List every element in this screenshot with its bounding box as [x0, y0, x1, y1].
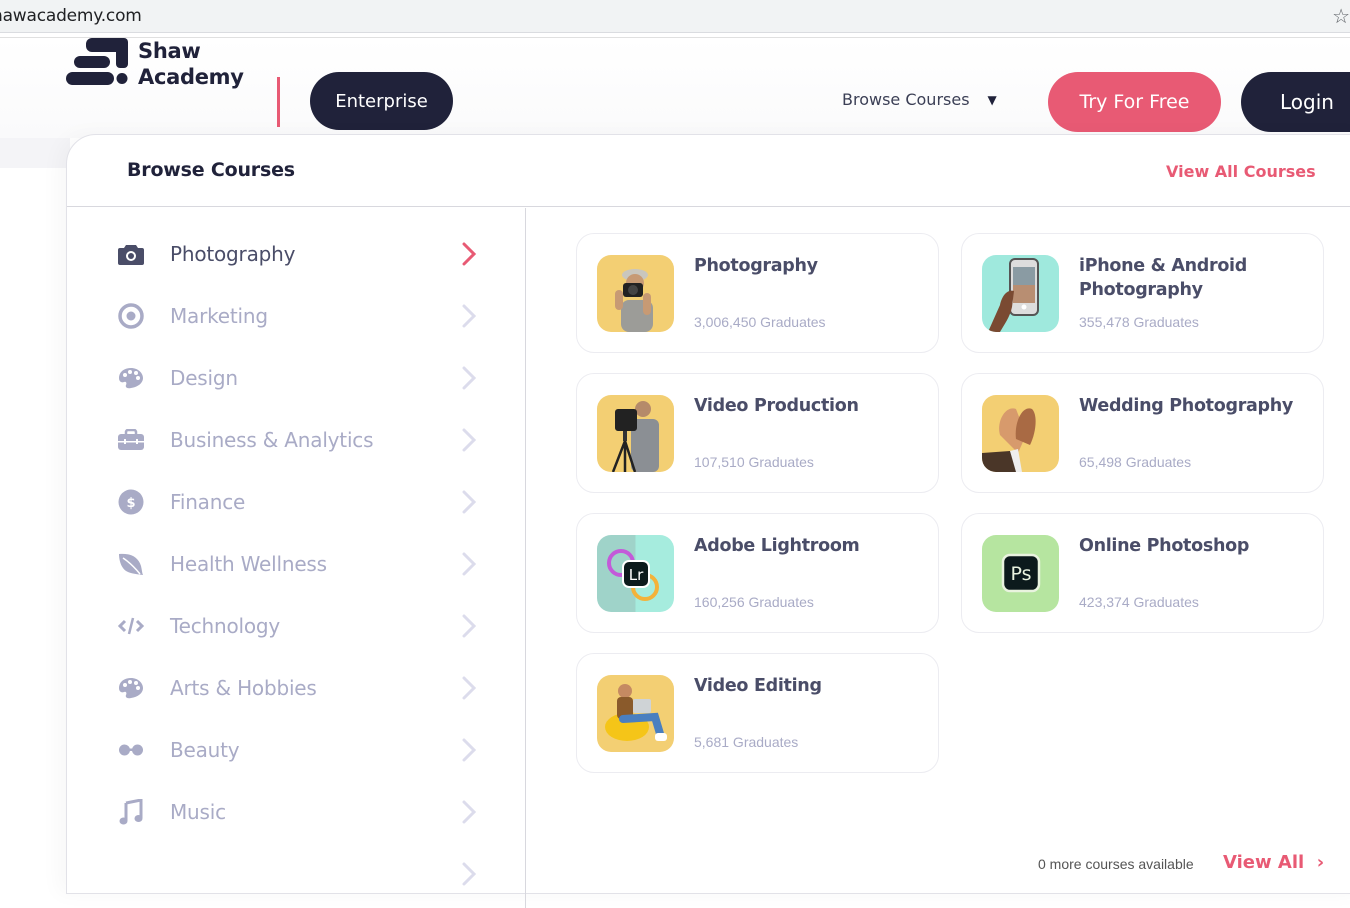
course-title: iPhone & Android Photography	[1079, 256, 1247, 300]
chevron-right-icon	[462, 614, 477, 638]
videographer-image	[597, 395, 674, 472]
graduates-count: 107,510 Graduates	[694, 454, 814, 470]
more-courses-text: 0 more courses available	[1038, 856, 1194, 872]
course-title: Video Editing	[694, 676, 822, 696]
svg-text:$: $	[126, 496, 135, 511]
category-sidebar: Photography Marketing Design Business & …	[67, 208, 526, 908]
category-music[interactable]: Music	[67, 781, 526, 843]
login-button[interactable]: Login	[1241, 72, 1350, 132]
category-label: Finance	[170, 490, 246, 514]
chevron-right-icon	[462, 800, 477, 824]
category-label: Beauty	[170, 738, 240, 762]
panel-header: Browse Courses View All Courses	[67, 135, 1350, 207]
logo-mark-icon	[66, 38, 128, 85]
panel-title: Browse Courses	[127, 159, 295, 181]
video-editor-image	[597, 675, 674, 752]
view-all-label: View All	[1223, 852, 1305, 873]
palette-icon	[117, 674, 145, 702]
enterprise-button[interactable]: Enterprise	[310, 72, 453, 130]
category-label: Arts & Hobbies	[170, 676, 317, 700]
category-finance[interactable]: $ Finance	[67, 471, 526, 533]
logo-line-2: Academy	[138, 65, 244, 89]
category-label: Health Wellness	[170, 552, 327, 576]
view-all-courses-link[interactable]: View All Courses	[1166, 162, 1316, 181]
course-title: Photography	[694, 256, 818, 276]
course-title: Online Photoshop	[1079, 536, 1250, 556]
graduates-count: 3,006,450 Graduates	[694, 314, 826, 330]
logo-text: Shaw Academy	[138, 38, 244, 90]
category-design[interactable]: Design	[67, 347, 526, 409]
category-health-wellness[interactable]: Health Wellness	[67, 533, 526, 595]
chevron-right-icon	[462, 366, 477, 390]
logo-line-1: Shaw	[138, 39, 201, 63]
category-arts-hobbies[interactable]: Arts & Hobbies	[67, 657, 526, 719]
chevron-right-icon: ›	[1310, 852, 1325, 873]
phone-camera-image	[982, 255, 1059, 332]
browser-address-bar[interactable]: hawacademy.com ☆	[0, 0, 1350, 33]
chevron-right-icon	[462, 676, 477, 700]
category-more[interactable]	[67, 843, 526, 905]
category-label: Marketing	[170, 304, 268, 328]
graduates-count: 423,374 Graduates	[1079, 594, 1199, 610]
chevron-right-icon	[462, 552, 477, 576]
browse-courses-dropdown[interactable]: Browse Courses ▼	[842, 90, 997, 109]
code-icon	[117, 612, 145, 640]
leaf-icon	[117, 550, 145, 578]
chevron-right-icon	[462, 490, 477, 514]
course-card-photography[interactable]: Photography 3,006,450 Graduates	[576, 233, 939, 353]
category-label: Business & Analytics	[170, 428, 374, 452]
svg-text:Lr: Lr	[629, 566, 644, 584]
browse-courses-label: Browse Courses	[842, 90, 970, 109]
photographer-image	[597, 255, 674, 332]
palette-icon	[117, 364, 145, 392]
course-card-iphone-android-photography[interactable]: iPhone & Android Photography 355,478 Gra…	[961, 233, 1324, 353]
photoshop-logo: Ps	[982, 535, 1059, 612]
chevron-right-icon	[462, 428, 477, 452]
course-card-wedding-photography[interactable]: Wedding Photography 65,498 Graduates	[961, 373, 1324, 493]
music-note-icon	[117, 798, 145, 826]
course-grid: Photography 3,006,450 Graduates iPhone &…	[527, 208, 1350, 908]
category-label: Photography	[170, 242, 296, 266]
category-label: Design	[170, 366, 238, 390]
course-card-online-photoshop[interactable]: Ps Online Photoshop 423,374 Graduates	[961, 513, 1324, 633]
dollar-icon: $	[117, 488, 145, 516]
camera-icon	[117, 240, 145, 268]
category-label: Music	[170, 800, 226, 824]
glasses-icon	[117, 736, 145, 764]
course-card-adobe-lightroom[interactable]: Lr Adobe Lightroom 160,256 Graduates	[576, 513, 939, 633]
lightroom-logo: Lr	[597, 535, 674, 612]
category-marketing[interactable]: Marketing	[67, 285, 526, 347]
graduates-count: 160,256 Graduates	[694, 594, 814, 610]
chevron-right-icon	[462, 862, 477, 886]
category-label: Technology	[170, 614, 281, 638]
shaw-academy-logo[interactable]: Shaw Academy	[66, 38, 256, 90]
course-card-video-editing[interactable]: Video Editing 5,681 Graduates	[576, 653, 939, 773]
star-icon[interactable]: ☆	[1332, 4, 1350, 29]
chevron-right-icon	[462, 242, 477, 266]
course-title: Video Production	[694, 396, 859, 416]
category-business-analytics[interactable]: Business & Analytics	[67, 409, 526, 471]
view-all-link[interactable]: View All ›	[1223, 852, 1324, 873]
svg-text:Ps: Ps	[1010, 563, 1031, 585]
course-title: Adobe Lightroom	[694, 536, 860, 556]
course-card-video-production[interactable]: Video Production 107,510 Graduates	[576, 373, 939, 493]
category-photography[interactable]: Photography	[67, 223, 526, 285]
url-text[interactable]: hawacademy.com	[0, 6, 142, 26]
category-technology[interactable]: Technology	[67, 595, 526, 657]
briefcase-icon	[117, 426, 145, 454]
category-beauty[interactable]: Beauty	[67, 719, 526, 781]
browse-courses-panel: Browse Courses View All Courses Photogra…	[66, 134, 1350, 908]
page-background	[0, 138, 70, 168]
chevron-right-icon	[462, 738, 477, 762]
try-for-free-button[interactable]: Try For Free	[1048, 72, 1221, 132]
logo-divider	[277, 77, 280, 127]
graduates-count: 65,498 Graduates	[1079, 454, 1192, 470]
target-icon	[117, 302, 145, 330]
graduates-count: 355,478 Graduates	[1079, 314, 1199, 330]
wedding-hands-image	[982, 395, 1059, 472]
caret-down-icon: ▼	[987, 92, 997, 107]
graduates-count: 5,681 Graduates	[694, 734, 799, 750]
course-title: Wedding Photography	[1079, 396, 1294, 416]
chevron-right-icon	[462, 304, 477, 328]
